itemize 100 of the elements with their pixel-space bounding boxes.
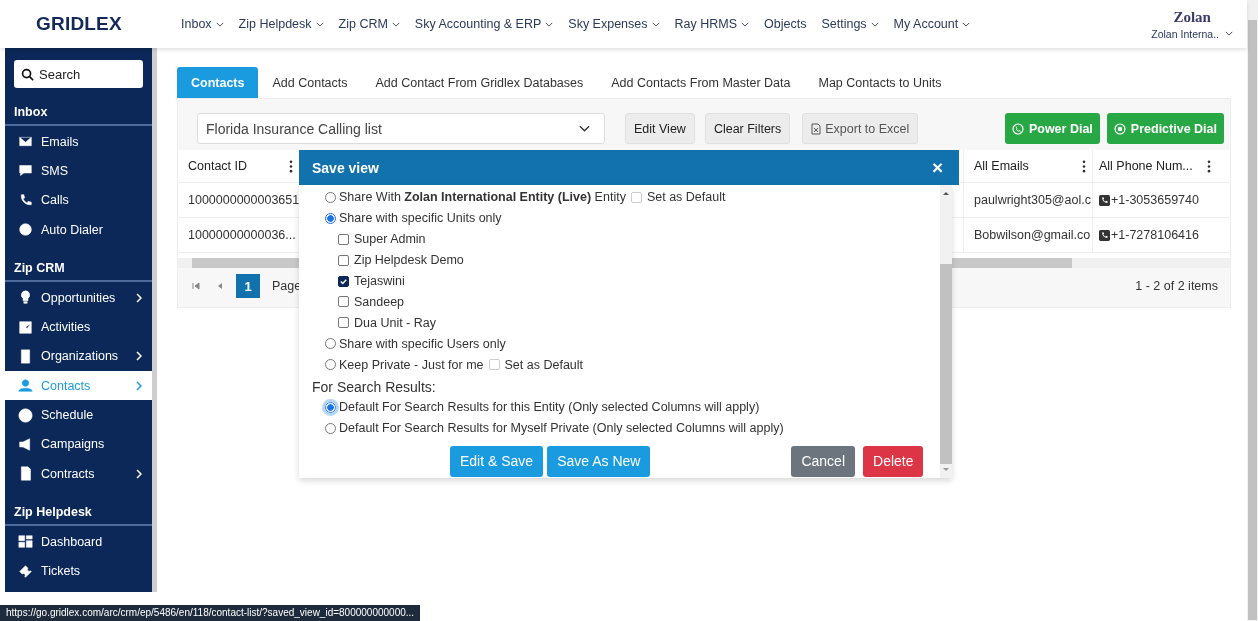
dialog-button[interactable]: Cancel [791,445,855,477]
first-page-icon[interactable] [192,282,200,290]
option-label: Default For Search Results for this Entity (Only selected Columns will apply) [339,400,760,415]
radio-button[interactable] [325,422,336,434]
sidebar-item[interactable]: Activities [5,312,152,342]
checkbox[interactable] [338,296,349,308]
nav-menu-item[interactable]: Zip Helpdesk [238,17,324,31]
option-label: Default For Search Results for Myself Private (Only selected Columns will apply) [339,421,784,436]
sidebar-item[interactable]: Contracts [5,458,152,489]
sidebar-item[interactable]: Emails [5,127,152,157]
document-icon [18,466,33,482]
checkbox-label: Super Admin [354,232,426,247]
caret-icon [391,21,400,27]
tab[interactable]: Add Contact From Gridlex Databases [361,67,598,98]
spreadsheet-icon [811,122,822,135]
radio-button[interactable] [325,401,336,413]
caret-icon [741,21,750,27]
table-cell: 1000000000003651 [188,193,299,207]
sidebar-item[interactable]: Auto Dialer [5,214,152,245]
checkbox-label: Set as Default [504,357,584,372]
tab[interactable]: Add Contacts [258,67,362,98]
document-icon [18,348,33,364]
chat-icon [18,163,33,179]
dialog-title: Save view [312,159,379,176]
search-field[interactable]: Search [14,60,143,88]
sidebar-item[interactable]: Organizations [5,341,152,372]
radio-button[interactable] [325,212,336,224]
caret-icon [870,21,879,27]
chevron-right-icon [136,380,142,391]
column-header: All Phone Num... [1099,159,1193,173]
option-label: Share with specific Users only [339,336,506,351]
column-header: Contact ID [188,159,248,173]
radio-button[interactable] [325,359,336,371]
column-menu-icon[interactable] [289,159,293,173]
sidebar-item[interactable]: Dashboard [5,527,152,557]
nav-menu-item[interactable]: Ray HRMS [674,17,750,31]
tab[interactable]: Add Contacts From Master Data [597,67,805,98]
column-menu-icon[interactable] [1082,159,1086,173]
sidebar-section-title: Inbox [5,100,152,126]
nav-menu-item[interactable]: My Account [893,17,971,31]
nav-menu-item[interactable]: Inbox [181,17,224,31]
scroll-up-icon[interactable] [943,191,949,195]
table-cell: +1-7278106416 [1111,228,1199,242]
sidebar-item[interactable]: Calls [5,185,152,215]
table-cell: 10000000000036... [188,228,296,242]
column-menu-icon[interactable] [1207,159,1211,173]
export-button[interactable]: Export to Excel [802,113,919,144]
dialog-button[interactable]: Delete [863,445,924,477]
checkbox[interactable] [338,317,349,329]
phone-icon [1099,194,1110,206]
nav-menu-item[interactable]: Sky Accounting & ERP [414,17,554,31]
phone-circle-icon [1011,122,1024,135]
nav-menu-item[interactable]: Objects [764,17,807,31]
caret-icon [315,21,324,27]
radio-button[interactable] [325,191,336,203]
dialog-scrollbar[interactable] [940,185,952,478]
sidebar-section-title: Zip Helpdesk [5,500,152,527]
sidebar-item[interactable]: Opportunities [5,283,152,313]
option-label: Share With Zolan International Entity (Live) Entity [339,190,626,205]
sidebar-item[interactable]: SMS [5,156,152,186]
scroll-down-icon[interactable] [943,468,949,472]
checkbox[interactable] [338,233,349,245]
chevron-right-icon [136,292,142,303]
option-label: Share with specific Units only [339,211,502,226]
previous-page-icon[interactable] [216,282,224,290]
entity-selector[interactable]: Zolan Interna.. [1151,27,1233,40]
checkbox[interactable] [338,275,349,287]
checkbox-label: Dua Unit - Ray [354,315,436,330]
caret-icon [545,21,554,27]
megaphone-icon [18,436,33,452]
nav-menu-item[interactable]: Sky Expenses [568,17,660,31]
nav-menu-item[interactable]: Zip CRM [338,17,400,31]
radio-button[interactable] [325,338,336,350]
checkbox[interactable] [338,254,349,266]
close-button[interactable]: × [931,158,943,177]
table-cell: +1-3053659740 [1111,193,1199,207]
sidebar-item[interactable]: Schedule [5,400,152,430]
view-dropdown[interactable]: Florida Insurance Calling list [197,113,605,144]
logo[interactable]: GRIDLEX [36,13,156,35]
sidebar-item[interactable]: Campaigns [5,429,152,459]
section-heading: For Search Results: [312,378,437,397]
status-url: https://go.gridlex.com/arc/crm/ep/5486/en/118/contact-list/?saved_view_id=800000000000... [0,605,421,621]
nav-menu-item[interactable]: Settings [821,17,879,31]
pager-summary: 1 - 2 of 2 items [1135,279,1218,293]
caret-icon [651,21,660,27]
dashboard-icon [18,534,33,550]
sidebar-item[interactable]: Tickets [5,556,152,586]
column-header: All Emails [974,159,1029,173]
page-scrollbar[interactable] [1247,0,1258,621]
page-number-button[interactable]: 1 [236,274,260,298]
caret-icon [1225,31,1233,36]
sidebar-section-title: Zip CRM [5,256,152,283]
chevron-down-icon [579,125,590,132]
table-cell: paulwright305@aol.c [974,193,1091,207]
bulb-icon [18,290,33,306]
target-icon [1113,122,1126,135]
toolbar-button[interactable]: Clear Filters [704,113,791,144]
toolbar-button[interactable]: Edit View [625,113,695,144]
chevron-right-icon [136,468,142,479]
tab[interactable]: Map Contacts to Units [804,67,956,98]
